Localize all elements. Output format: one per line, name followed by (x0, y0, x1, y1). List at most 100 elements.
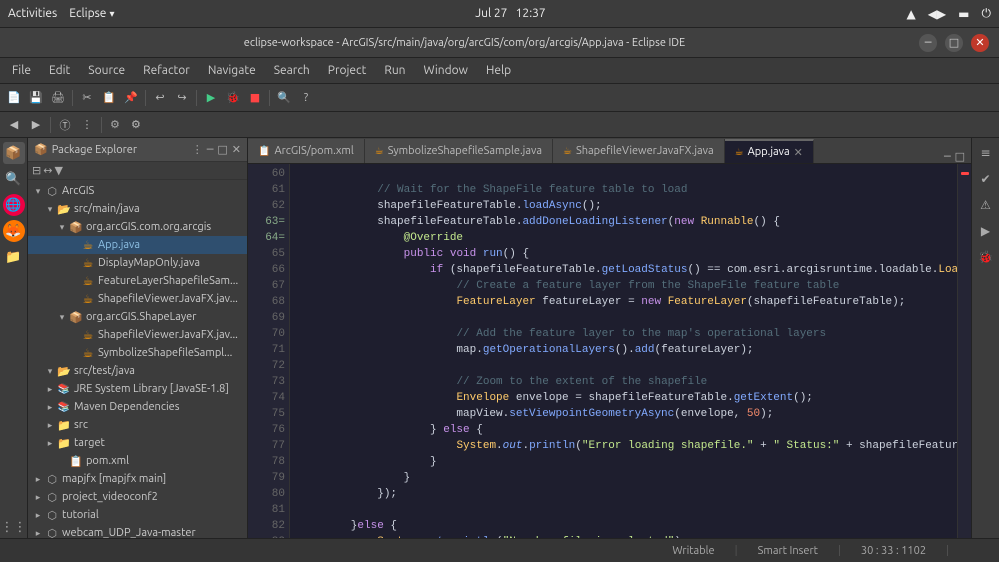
sidebar-title: Package Explorer (52, 144, 192, 156)
tree-item-displaymaponly[interactable]: ☕ DisplayMapOnly.java (28, 254, 247, 272)
menu-window[interactable]: Window (416, 62, 476, 79)
sidebar-view-menu[interactable]: ⋮ (192, 143, 203, 156)
code-content[interactable]: // Wait for the ShapeFile feature table … (290, 164, 957, 538)
cut-button[interactable]: ✂ (77, 88, 97, 108)
redo-button[interactable]: ↪ (172, 88, 192, 108)
eclipse-label: Eclipse (69, 7, 106, 20)
tree-arrow: ▾ (44, 366, 56, 377)
preferences-button[interactable]: ⚙ (126, 115, 146, 135)
problems-icon[interactable]: ⚠ (975, 194, 997, 216)
line-number: 62 (252, 198, 285, 214)
eclipse-menu-button[interactable]: Eclipse ▾ (69, 7, 114, 20)
nav-back-button[interactable]: ◀ (4, 115, 24, 135)
tree-item-shapefileviewer2[interactable]: ☕ ShapefileViewerJavaFX.jav... (28, 326, 247, 344)
line-number: 60 (252, 166, 285, 182)
tree-item-src-test[interactable]: ▾ 📂 src/test/java (28, 362, 247, 380)
nav-forward-button[interactable]: ▶ (26, 115, 46, 135)
java-file-icon: ☕ (80, 345, 96, 361)
tree-item-pom[interactable]: 📋 pom.xml (28, 452, 247, 470)
tree-item-videoconf[interactable]: ▸ ⬡ project_videoconf2 (28, 488, 247, 506)
menu-search[interactable]: Search (266, 62, 318, 79)
code-line: }); (298, 486, 949, 502)
project-icon: ⬡ (44, 183, 60, 199)
menu-navigate[interactable]: Navigate (200, 62, 264, 79)
close-button[interactable]: ✕ (971, 34, 989, 52)
tree-item-app-java[interactable]: ☕ App.java (28, 236, 247, 254)
tree-item-src[interactable]: ▸ 📁 src (28, 416, 247, 434)
tab-app-java[interactable]: ☕ App.java ✕ (725, 139, 814, 163)
code-line: }else { (298, 518, 949, 534)
paste-button[interactable]: 📌 (121, 88, 141, 108)
menu-refactor[interactable]: Refactor (135, 62, 198, 79)
hierarchy-button[interactable]: ⋮ (77, 115, 97, 135)
open-type-button[interactable]: Ⓣ (55, 115, 75, 135)
tabs-controls: ─ □ (938, 150, 971, 163)
debug-icon[interactable]: 🐞 (975, 246, 997, 268)
tree-item-webcam-udp[interactable]: ▸ ⬡ webcam_UDP_Java-master (28, 524, 247, 538)
tree-item-target[interactable]: ▸ 📁 target (28, 434, 247, 452)
tree-label: mapjfx [mapjfx main] (62, 473, 166, 485)
debug-button[interactable]: 🐞 (223, 88, 243, 108)
tab-pom-xml[interactable]: 📋 ArcGIS/pom.xml (248, 139, 365, 163)
tabs-maximize[interactable]: □ (955, 150, 965, 163)
code-line: System.out.println("Error loading shapef… (298, 438, 949, 454)
tree-item-tutorial[interactable]: ▸ ⬡ tutorial (28, 506, 247, 524)
firefox-icon[interactable]: 🦊 (3, 220, 25, 242)
tree-item-shapefileviewer1[interactable]: ☕ ShapefileViewerJavaFX.jav... (28, 290, 247, 308)
tree-item-symbolize[interactable]: ☕ SymbolizeShapefileSampl... (28, 344, 247, 362)
help-button[interactable]: ? (296, 88, 316, 108)
main-content: 📦 🔍 🌐 🦊 📁 ⋮⋮ 📦 Package Explorer ⋮ ─ □ ✕ … (0, 138, 999, 538)
tab-close-button[interactable]: ✕ (794, 146, 803, 159)
maximize-button[interactable]: □ (945, 34, 963, 52)
sidebar-maximize[interactable]: □ (217, 143, 227, 156)
tree-item-featurelayer[interactable]: ☕ FeatureLayerShapefileSam... (28, 272, 247, 290)
print-button[interactable]: 🖨 (48, 88, 68, 108)
line-number: 80 (252, 486, 285, 502)
sidebar-collapse-all[interactable]: ⊟ (32, 164, 41, 177)
status-sep-3: | (946, 545, 949, 557)
tab-shapefileviewer[interactable]: ☕ ShapefileViewerJavaFX.java (553, 139, 725, 163)
tree-item-maven[interactable]: ▸ 📚 Maven Dependencies (28, 398, 247, 416)
tree-item-jre[interactable]: ▸ 📚 JRE System Library [JavaSE-1.8] (28, 380, 247, 398)
tasks-icon[interactable]: ✔ (975, 168, 997, 190)
tab-symbolize[interactable]: ☕ SymbolizeShapefileSample.java (365, 139, 553, 163)
tree-item-src-main[interactable]: ▾ 📂 src/main/java (28, 200, 247, 218)
activities-button[interactable]: Activities (8, 7, 57, 20)
search-button[interactable]: 🔍 (274, 88, 294, 108)
sidebar-close[interactable]: ✕ (232, 143, 241, 156)
package-explorer-icon[interactable]: 📦 (3, 142, 25, 164)
grid-icon[interactable]: ⋮⋮ (3, 516, 25, 538)
tabs-minimize[interactable]: ─ (944, 150, 951, 163)
tree-item-package-arcgis[interactable]: ▾ 📦 org.arcGIS.com.org.arcgis (28, 218, 247, 236)
tree-item-package-shapelayer[interactable]: ▾ 📦 org.arcGIS.ShapeLayer (28, 308, 247, 326)
copy-button[interactable]: 📋 (99, 88, 119, 108)
search-icon[interactable]: 🔍 (3, 168, 25, 190)
new-button[interactable]: 📄 (4, 88, 24, 108)
tree-label: src/test/java (74, 365, 135, 377)
browser-icon[interactable]: 🌐 (3, 194, 25, 216)
menu-file[interactable]: File (4, 62, 39, 79)
tree-arrow: ▾ (44, 204, 56, 215)
undo-button[interactable]: ↩ (150, 88, 170, 108)
menu-source[interactable]: Source (80, 62, 133, 79)
files-icon[interactable]: 📁 (3, 246, 25, 268)
minimize-button[interactable]: ─ (919, 34, 937, 52)
tree-label: ArcGIS (62, 185, 94, 197)
sidebar-minimize[interactable]: ─ (207, 143, 214, 156)
outline-icon[interactable]: ≡ (975, 142, 997, 164)
stop-button[interactable]: ■ (245, 88, 265, 108)
project-icon: ⬡ (44, 525, 60, 538)
tree-item-arcgis[interactable]: ▾ ⬡ ArcGIS (28, 182, 247, 200)
tree-label: ShapefileViewerJavaFX.jav... (98, 293, 238, 305)
menu-project[interactable]: Project (320, 62, 375, 79)
sidebar-more[interactable]: ▼ (54, 164, 62, 177)
sidebar-link-editor[interactable]: ↔ (43, 164, 52, 177)
xml-file-icon: 📋 (68, 453, 84, 469)
tree-item-mapjfx[interactable]: ▸ ⬡ mapjfx [mapjfx main] (28, 470, 247, 488)
run-button[interactable]: ▶ (201, 88, 221, 108)
menu-edit[interactable]: Edit (41, 62, 78, 79)
menu-run[interactable]: Run (376, 62, 413, 79)
save-button[interactable]: 💾 (26, 88, 46, 108)
console-icon[interactable]: ▶ (975, 220, 997, 242)
menu-help[interactable]: Help (478, 62, 519, 79)
